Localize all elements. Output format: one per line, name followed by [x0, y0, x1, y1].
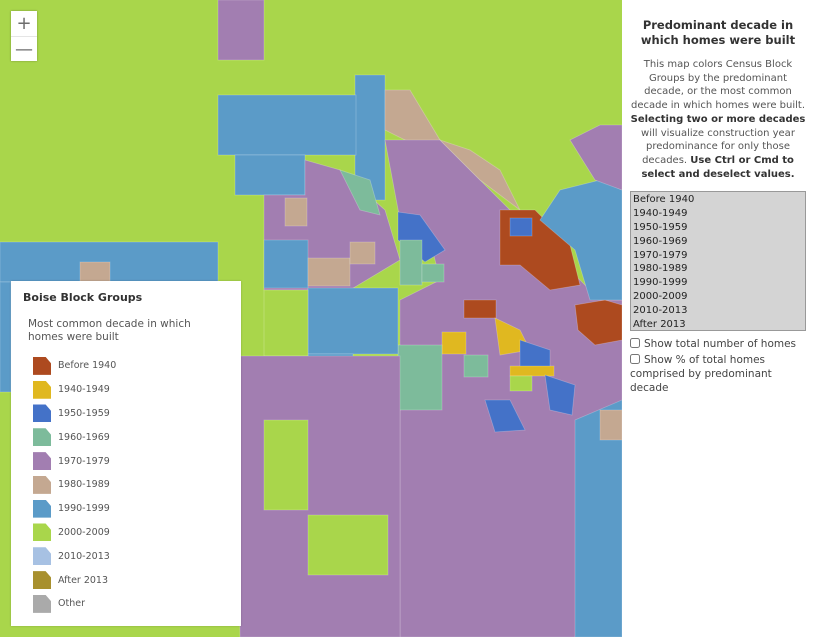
decade-option[interactable]: 1980-1989: [633, 262, 803, 276]
legend-swatch: [33, 452, 51, 471]
legend-item: 1950-1959: [23, 402, 229, 426]
legend-swatch: [33, 475, 51, 494]
decade-option[interactable]: 1940-1949: [633, 207, 803, 221]
legend-swatch: [33, 594, 51, 613]
show-total-homes-checkbox[interactable]: [630, 338, 640, 349]
legend-swatch: [33, 571, 51, 590]
decade-option[interactable]: Before 1940: [633, 193, 803, 207]
legend-label: 1980-1989: [58, 479, 110, 491]
block-group[interactable]: [599, 409, 622, 441]
decade-option[interactable]: After 2013: [633, 318, 803, 332]
legend-label: 2010-2013: [58, 550, 110, 562]
legend-title: Boise Block Groups: [23, 291, 143, 304]
legend-item: Other: [23, 592, 229, 616]
block-group[interactable]: [399, 239, 423, 286]
block-group[interactable]: [217, 94, 357, 156]
legend-panel: Boise Block Groups Most common decade in…: [11, 281, 241, 626]
decade-option[interactable]: 2010-2013: [633, 304, 803, 318]
legend-label: After 2013: [58, 574, 109, 586]
decade-option[interactable]: 2000-2009: [633, 290, 803, 304]
decade-option[interactable]: 1950-1959: [633, 221, 803, 235]
legend-label: Before 1940: [58, 360, 117, 372]
legend-item: 2000-2009: [23, 521, 229, 545]
legend-swatch: [33, 356, 51, 375]
block-group[interactable]: [397, 344, 443, 411]
legend-swatch: [33, 499, 51, 518]
decade-option[interactable]: 1970-1979: [633, 249, 803, 263]
block-group[interactable]: [509, 217, 533, 237]
block-group[interactable]: [307, 257, 351, 287]
block-group[interactable]: [509, 365, 555, 377]
zoom-control: + —: [11, 11, 37, 61]
map-view[interactable]: + — Boise Block Groups Most common decad…: [0, 0, 622, 637]
zoom-out-button[interactable]: —: [11, 36, 37, 61]
block-group[interactable]: [463, 354, 489, 378]
block-group[interactable]: [234, 154, 306, 196]
legend-label: 1960-1969: [58, 431, 110, 443]
block-group[interactable]: [79, 261, 111, 283]
legend-subtitle: Most common decade in which homes were b…: [28, 318, 191, 343]
panel-title: Predominant decade in which homes were b…: [640, 18, 796, 47]
block-group[interactable]: [421, 263, 445, 283]
zoom-in-button[interactable]: +: [11, 11, 37, 36]
block-group[interactable]: [217, 0, 265, 61]
legend-item: 1940-1949: [23, 378, 229, 402]
legend-label: 1990-1999: [58, 503, 110, 515]
block-group[interactable]: [263, 239, 309, 289]
block-group[interactable]: [441, 331, 467, 355]
decade-option[interactable]: 1960-1969: [633, 235, 803, 249]
legend-swatch: [33, 547, 51, 566]
legend-swatch: [33, 404, 51, 423]
block-group[interactable]: [384, 89, 441, 146]
show-percent-checkbox-row[interactable]: Show % of total homes comprised by predo…: [630, 353, 806, 395]
legend-item: 2010-2013: [23, 544, 229, 568]
legend-item: 1970-1979: [23, 449, 229, 473]
block-group[interactable]: [263, 289, 309, 357]
legend-swatch: [33, 523, 51, 542]
block-group[interactable]: [284, 197, 308, 227]
block-group[interactable]: [307, 287, 399, 355]
side-panel: Predominant decade in which homes were b…: [622, 0, 814, 637]
show-percent-checkbox[interactable]: [630, 354, 640, 365]
block-group[interactable]: [463, 299, 497, 319]
block-group[interactable]: [307, 514, 389, 576]
legend-item: After 2013: [23, 568, 229, 592]
legend-label: 1970-1979: [58, 455, 110, 467]
legend-item: 1960-1969: [23, 425, 229, 449]
legend-item: 1990-1999: [23, 497, 229, 521]
block-group[interactable]: [349, 241, 376, 265]
legend-item: Before 1940: [23, 354, 229, 378]
block-group[interactable]: [569, 124, 622, 191]
block-group[interactable]: [263, 419, 309, 511]
decade-option[interactable]: 1990-1999: [633, 276, 803, 290]
legend-swatch: [33, 428, 51, 447]
legend-item: 1980-1989: [23, 473, 229, 497]
legend-swatch: [33, 380, 51, 399]
block-group[interactable]: [0, 281, 12, 393]
show-total-homes-checkbox-row[interactable]: Show total number of homes: [630, 337, 806, 351]
panel-description: This map colors Census Block Groups by t…: [630, 59, 806, 180]
legend-label: 1950-1959: [58, 407, 110, 419]
legend-label: 2000-2009: [58, 526, 110, 538]
decade-select-list[interactable]: Before 1940 1940-1949 1950-1959 1960-1969 19…: [630, 191, 806, 332]
block-group[interactable]: [235, 355, 401, 637]
legend-label: Other: [58, 598, 85, 610]
block-group[interactable]: [509, 375, 533, 392]
legend-label: 1940-1949: [58, 384, 110, 396]
